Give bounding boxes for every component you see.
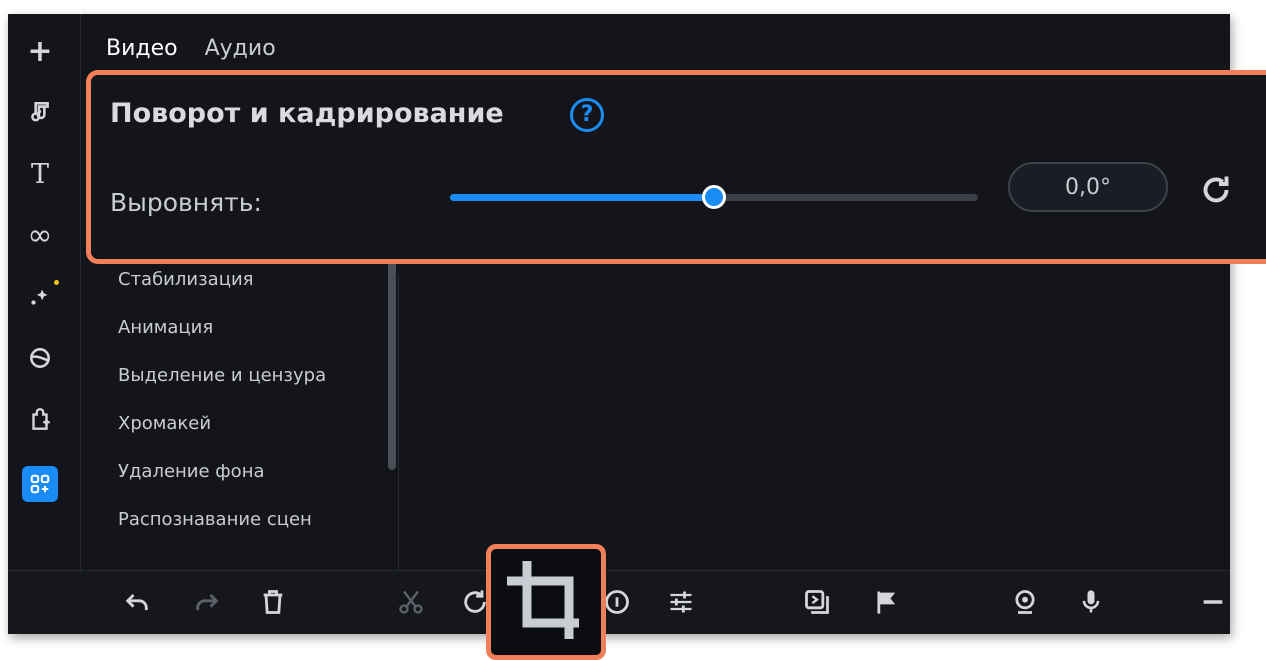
redo-icon[interactable] bbox=[190, 585, 224, 619]
cut-icon[interactable] bbox=[394, 585, 428, 619]
sidebar: + T ∞ bbox=[8, 14, 81, 570]
transitions-icon[interactable]: ∞ bbox=[20, 216, 60, 256]
slider-handle[interactable] bbox=[702, 185, 726, 209]
music-icon[interactable] bbox=[20, 92, 60, 132]
effects-icon[interactable] bbox=[20, 276, 60, 316]
undo-icon[interactable] bbox=[120, 585, 154, 619]
adjust-icon[interactable] bbox=[664, 585, 698, 619]
delete-icon[interactable] bbox=[256, 585, 290, 619]
divider bbox=[398, 274, 399, 570]
align-slider[interactable] bbox=[450, 185, 978, 209]
marker-icon[interactable] bbox=[870, 585, 904, 619]
plus-icon[interactable]: + bbox=[20, 32, 60, 72]
tab-bar: Видео Аудио bbox=[106, 36, 296, 61]
slider-fill bbox=[450, 194, 714, 201]
align-label: Выровнять: bbox=[110, 188, 262, 217]
timeline-toolbar bbox=[8, 570, 1230, 634]
list-item[interactable]: Анимация bbox=[118, 318, 326, 366]
webcam-icon[interactable] bbox=[1008, 585, 1042, 619]
export-clip-icon[interactable] bbox=[800, 585, 834, 619]
filters-icon[interactable] bbox=[20, 338, 60, 378]
help-icon[interactable]: ? bbox=[570, 98, 604, 132]
tab-video[interactable]: Видео bbox=[106, 36, 178, 61]
tab-audio[interactable]: Аудио bbox=[205, 36, 276, 61]
text-icon[interactable]: T bbox=[20, 154, 60, 194]
microphone-icon[interactable] bbox=[1074, 585, 1108, 619]
crop-button[interactable] bbox=[486, 544, 606, 660]
stickers-icon[interactable] bbox=[20, 400, 60, 440]
list-item[interactable]: Удаление фона bbox=[118, 462, 326, 510]
rotate-icon[interactable] bbox=[1198, 172, 1234, 208]
list-item[interactable]: Выделение и цензура bbox=[118, 366, 326, 414]
angle-value-field[interactable]: 0,0° bbox=[1008, 162, 1168, 212]
list-item[interactable]: Распознавание сцен bbox=[118, 510, 326, 558]
more-tools-icon[interactable] bbox=[22, 466, 58, 502]
panel-title: Поворот и кадрирование bbox=[110, 98, 504, 129]
list-item[interactable]: Стабилизация bbox=[118, 270, 326, 318]
list-item[interactable]: Хромакей bbox=[118, 414, 326, 462]
zoom-out-icon[interactable] bbox=[1196, 585, 1230, 619]
crop-icon bbox=[507, 561, 579, 639]
tool-list: Стабилизация Анимация Выделение и цензур… bbox=[118, 270, 326, 558]
